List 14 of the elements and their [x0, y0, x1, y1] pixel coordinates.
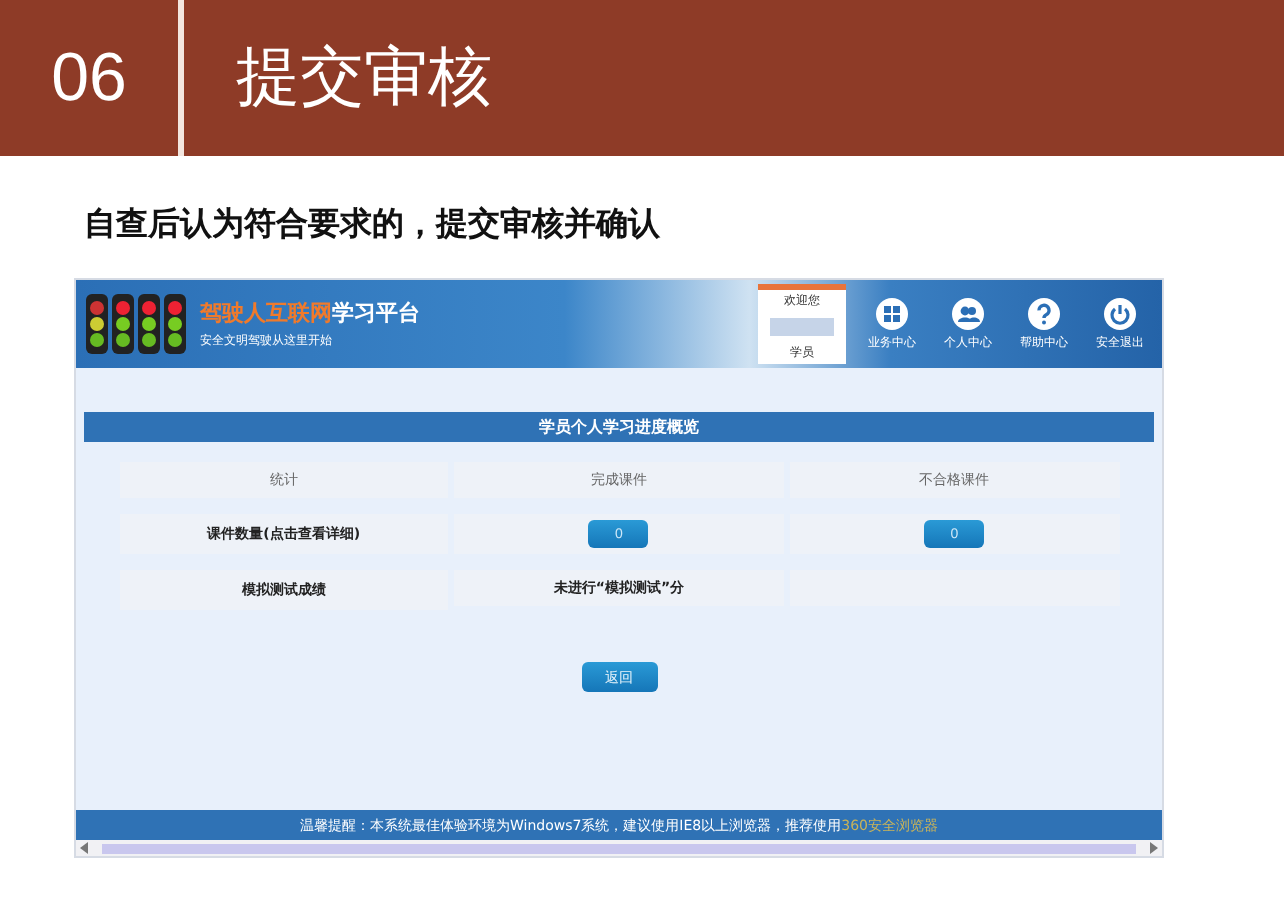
site-title: 驾驶人互联网学习平台 — [200, 298, 420, 328]
scroll-left-icon[interactable] — [80, 842, 90, 854]
table-title: 学员个人学习进度概览 — [84, 412, 1154, 442]
slide-title: 提交审核 — [234, 36, 492, 118]
people-icon — [952, 297, 984, 329]
grid-icon — [876, 297, 908, 329]
slide-number: 06 — [0, 0, 184, 156]
slide-subtitle: 自查后认为符合要求的，提交审核并确认 — [84, 204, 662, 246]
help-icon — [1028, 297, 1060, 329]
power-icon — [1104, 297, 1136, 329]
blurred-username — [770, 318, 834, 336]
horizontal-scrollbar[interactable] — [76, 840, 1162, 856]
scroll-right-icon[interactable] — [1148, 842, 1158, 854]
traffic-lights-drawing — [84, 292, 188, 356]
